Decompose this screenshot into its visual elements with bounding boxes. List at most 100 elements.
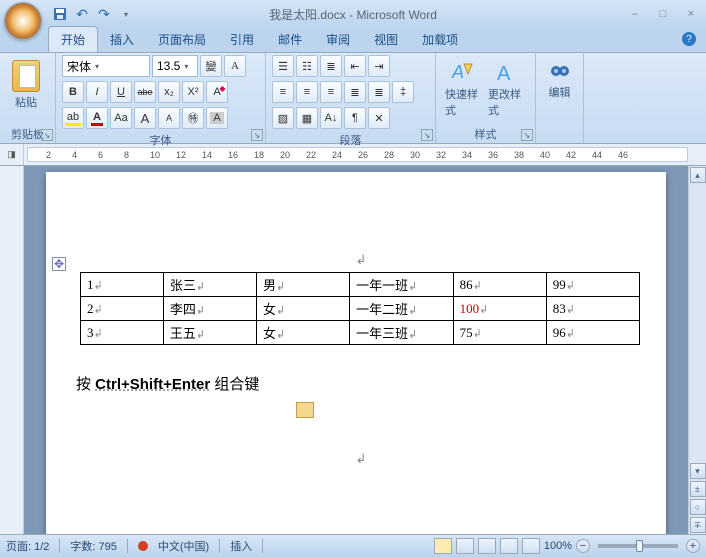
prev-page-button[interactable]: ±	[690, 481, 706, 497]
body-text[interactable]: 按 Ctrl+Shift+Enter 组合键	[76, 373, 646, 394]
editing-button[interactable]: 编辑	[542, 55, 577, 105]
decrease-indent-button[interactable]: ⇤	[344, 55, 366, 77]
font-size-combo[interactable]: 13.5▾	[152, 55, 198, 77]
highlight-button[interactable]: ab	[62, 107, 84, 129]
numbering-button[interactable]: ☷	[296, 55, 318, 77]
tab-review[interactable]: 审阅	[314, 27, 362, 52]
close-button[interactable]: ×	[680, 6, 702, 22]
scroll-down-button[interactable]: ▾	[690, 463, 706, 479]
page-viewport[interactable]: ✥ ↲ 1↲张三↲男↲一年一班↲86↲99↲2↲李四↲女↲一年二班↲100↲83…	[24, 166, 688, 534]
tab-references[interactable]: 引用	[218, 27, 266, 52]
next-page-button[interactable]: ∓	[690, 517, 706, 533]
zoom-thumb[interactable]	[636, 540, 643, 552]
status-words[interactable]: 字数: 795	[70, 538, 116, 554]
tab-addins[interactable]: 加载项	[410, 27, 470, 52]
status-page[interactable]: 页面: 1/2	[6, 538, 49, 554]
view-draft-button[interactable]	[522, 538, 540, 554]
zoom-percent[interactable]: 100%	[544, 540, 572, 552]
line-spacing-button[interactable]: ‡	[392, 81, 414, 103]
multilevel-button[interactable]: ≣	[320, 55, 342, 77]
table-row[interactable]: 3↲王五↲女↲一年三班↲75↲96↲	[81, 321, 640, 345]
status-language[interactable]: 中文(中国)	[158, 538, 209, 554]
bullets-button[interactable]: ☰	[272, 55, 294, 77]
paste-options-button[interactable]	[296, 402, 314, 418]
strike-button[interactable]: abe	[134, 81, 156, 103]
office-button[interactable]	[4, 2, 42, 40]
qat-redo-button[interactable]: ↷	[94, 4, 114, 24]
shading-button[interactable]: ▧	[272, 107, 294, 129]
sort-button[interactable]: A↓	[320, 107, 342, 129]
tab-layout[interactable]: 页面布局	[146, 27, 218, 52]
show-marks-button[interactable]: ¶	[344, 107, 366, 129]
qat-save-button[interactable]	[50, 4, 70, 24]
char-border-button[interactable]: A	[224, 55, 246, 77]
table-row[interactable]: 1↲张三↲男↲一年一班↲86↲99↲	[81, 273, 640, 297]
clipboard-launcher[interactable]: ↘	[41, 129, 53, 141]
tab-insert[interactable]: 插入	[98, 27, 146, 52]
font-color-button[interactable]: A	[86, 107, 108, 129]
maximize-button[interactable]: □	[652, 6, 674, 22]
font-name-combo[interactable]: 宋体▾	[62, 55, 150, 77]
ruler-row: ◨ 24681012141618202224262830323436384042…	[0, 144, 706, 166]
change-styles-button[interactable]: A 更改样式	[485, 55, 525, 123]
page[interactable]: ✥ ↲ 1↲张三↲男↲一年一班↲86↲99↲2↲李四↲女↲一年二班↲100↲83…	[46, 172, 666, 534]
vertical-scrollbar[interactable]: ▴ ▾ ± ○ ∓	[688, 166, 706, 534]
horizontal-ruler[interactable]: 2468101214161820222426283032343638404244…	[27, 147, 688, 162]
status-bar: 页面: 1/2 字数: 795 中文(中国) 插入 100% − +	[0, 534, 706, 557]
help-icon[interactable]: ?	[682, 32, 696, 46]
paragraph-launcher[interactable]: ↘	[421, 129, 433, 141]
paste-button[interactable]: 粘贴	[6, 55, 46, 115]
qat-undo-button[interactable]: ↶	[72, 4, 92, 24]
qat-customize-button[interactable]: ▾	[116, 4, 136, 24]
enclose-char-button[interactable]: ㊕	[182, 107, 204, 129]
styles-launcher[interactable]: ↘	[521, 129, 533, 141]
ruler-tick: 30	[410, 150, 420, 160]
change-case-button[interactable]: Aa	[110, 107, 132, 129]
align-distribute-button[interactable]: ≣	[368, 81, 390, 103]
document-area: ✥ ↲ 1↲张三↲男↲一年一班↲86↲99↲2↲李四↲女↲一年二班↲100↲83…	[0, 166, 706, 534]
data-table[interactable]: 1↲张三↲男↲一年一班↲86↲99↲2↲李四↲女↲一年二班↲100↲83↲3↲王…	[80, 272, 640, 345]
ribbon-tabs: 开始 插入 页面布局 引用 邮件 审阅 视图 加载项 ?	[0, 28, 706, 52]
ruler-corner: ◨	[0, 144, 24, 165]
zoom-out-button[interactable]: −	[576, 539, 590, 553]
zoom-in-button[interactable]: +	[686, 539, 700, 553]
underline-button[interactable]: U	[110, 81, 132, 103]
browse-object-button[interactable]: ○	[690, 499, 706, 515]
font-launcher[interactable]: ↘	[251, 129, 263, 141]
view-fullscreen-button[interactable]	[456, 538, 474, 554]
align-justify-button[interactable]: ≣	[344, 81, 366, 103]
vertical-ruler[interactable]	[0, 166, 24, 534]
align-right-button[interactable]: ≡	[320, 81, 342, 103]
increase-indent-button[interactable]: ⇥	[368, 55, 390, 77]
table-move-handle[interactable]: ✥	[52, 257, 66, 271]
asian-layout-button[interactable]: ✕	[368, 107, 390, 129]
shrink-font-button[interactable]: A	[158, 107, 180, 129]
table-row[interactable]: 2↲李四↲女↲一年二班↲100↲83↲	[81, 297, 640, 321]
view-print-layout-button[interactable]	[434, 538, 452, 554]
superscript-button[interactable]: X²	[182, 81, 204, 103]
minimize-button[interactable]: –	[624, 6, 646, 22]
align-left-button[interactable]: ≡	[272, 81, 294, 103]
italic-button[interactable]: I	[86, 81, 108, 103]
scroll-up-button[interactable]: ▴	[690, 167, 706, 183]
status-mode[interactable]: 插入	[230, 538, 252, 554]
phonetic-guide-button[interactable]: 變	[200, 55, 222, 77]
grow-font-button[interactable]: A	[134, 107, 156, 129]
align-center-button[interactable]: ≡	[296, 81, 318, 103]
view-web-button[interactable]	[478, 538, 496, 554]
borders-button[interactable]: ▦	[296, 107, 318, 129]
quick-styles-button[interactable]: A 快速样式	[442, 55, 482, 123]
tab-view[interactable]: 视图	[362, 27, 410, 52]
clear-format-button[interactable]: A◆	[206, 81, 228, 103]
proofing-icon[interactable]	[138, 541, 148, 551]
tab-home[interactable]: 开始	[48, 26, 98, 52]
ruler-tick: 28	[384, 150, 394, 160]
view-outline-button[interactable]	[500, 538, 518, 554]
zoom-slider[interactable]	[598, 544, 678, 548]
body-prefix: 按	[76, 376, 95, 393]
char-shading-button[interactable]: A	[206, 107, 228, 129]
tab-mailings[interactable]: 邮件	[266, 27, 314, 52]
subscript-button[interactable]: x₂	[158, 81, 180, 103]
ruler-tick: 42	[566, 150, 576, 160]
bold-button[interactable]: B	[62, 81, 84, 103]
